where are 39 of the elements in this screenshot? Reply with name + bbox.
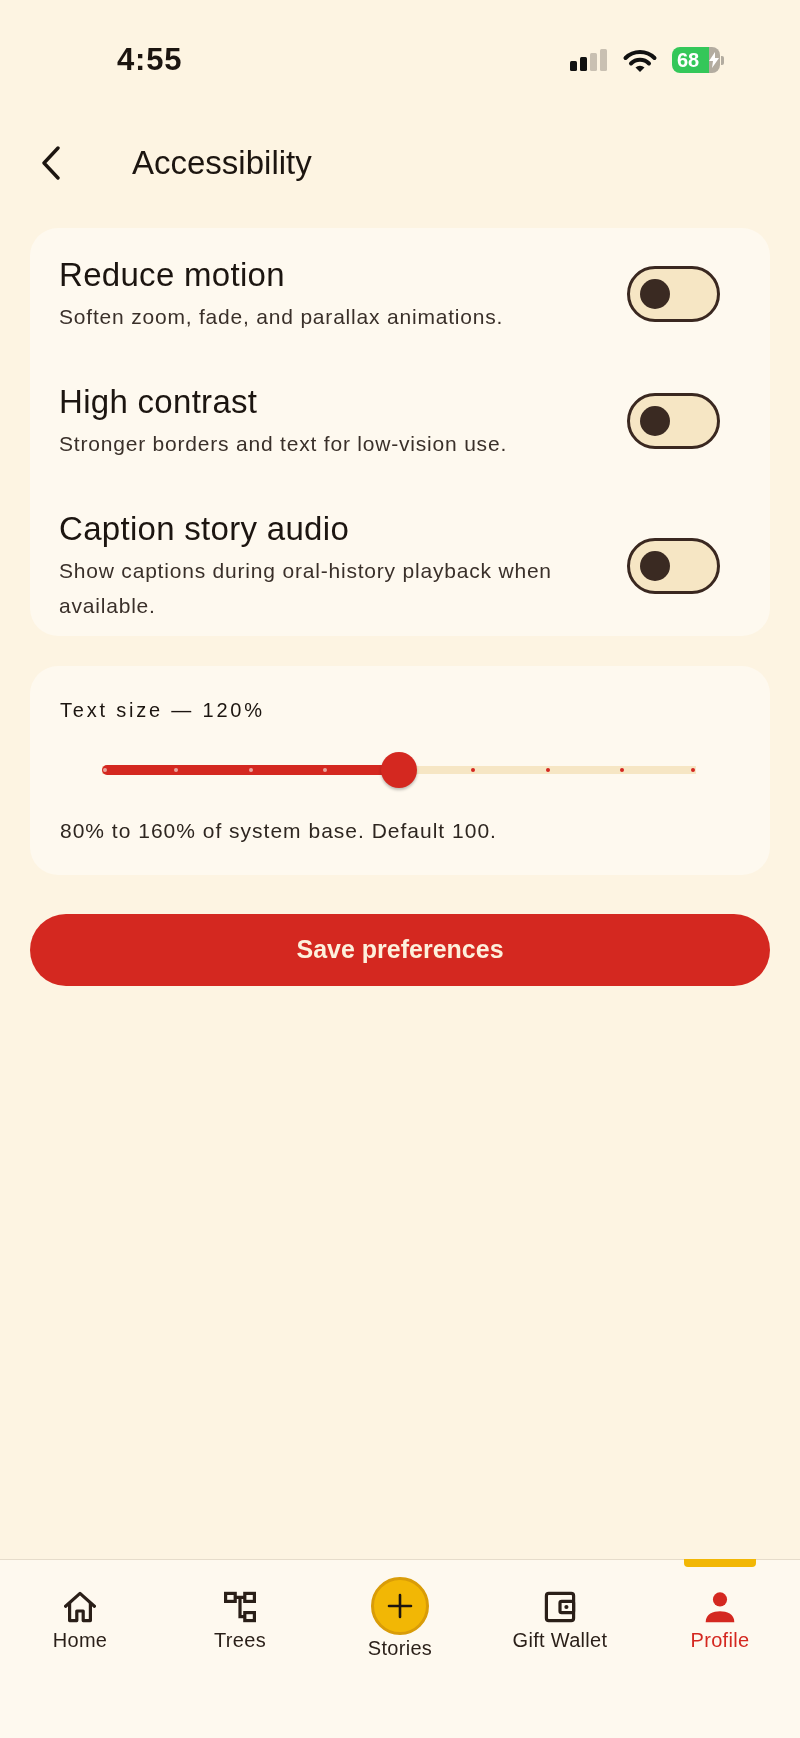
bolt-icon	[709, 52, 719, 68]
slider-tick	[619, 768, 624, 772]
tab-button[interactable]: Gift Wallet	[480, 1560, 640, 1738]
setting-title: High contrast	[59, 382, 259, 422]
signal-icon	[570, 49, 608, 71]
setting-description: Show captions during oral-history playback when available.	[59, 558, 553, 619]
slider-tick	[248, 768, 253, 772]
slider-tick	[545, 768, 550, 772]
setting-description: Soften zoom, fade, and parallax animations.	[59, 304, 505, 330]
setting-description: Stronger borders and text for low-vision use.	[59, 431, 509, 457]
tab-button[interactable]: Home	[0, 1560, 160, 1738]
save-button[interactable]: Save preferences	[30, 914, 770, 986]
slider-tick	[322, 768, 327, 772]
toggle-switch[interactable]	[627, 537, 720, 594]
slider-tick	[174, 768, 179, 772]
toggle-switch[interactable]	[627, 266, 720, 322]
chevron-left-icon	[41, 146, 61, 180]
tab-button[interactable]: Stories	[320, 1560, 480, 1738]
setting-title: Caption story audio	[59, 509, 351, 549]
page-title: Accessibility	[132, 143, 312, 183]
slider-tick	[103, 768, 107, 772]
text-size-label: Text size — 120%	[60, 698, 266, 723]
text-size-note: 80% to 160% of system base. Default 100.	[60, 818, 498, 844]
active-tab-indicator	[684, 1559, 756, 1567]
slider-tick	[691, 768, 695, 772]
status-time: 4:55	[117, 42, 183, 78]
person-icon	[704, 1591, 736, 1623]
home-icon	[64, 1591, 96, 1623]
wifi-icon	[622, 47, 658, 73]
tab-button[interactable]: Profile	[640, 1560, 800, 1738]
slider-tick	[471, 768, 476, 772]
setting-title: Reduce motion	[59, 255, 286, 295]
battery-percentage: 68	[676, 48, 700, 73]
tab-button[interactable]: Trees	[160, 1560, 320, 1738]
hierarchy-icon	[224, 1591, 256, 1623]
toggle-switch[interactable]	[627, 393, 720, 449]
wallet-icon	[544, 1591, 576, 1623]
slider-thumb[interactable]	[381, 752, 417, 788]
plus-icon	[371, 1577, 429, 1635]
